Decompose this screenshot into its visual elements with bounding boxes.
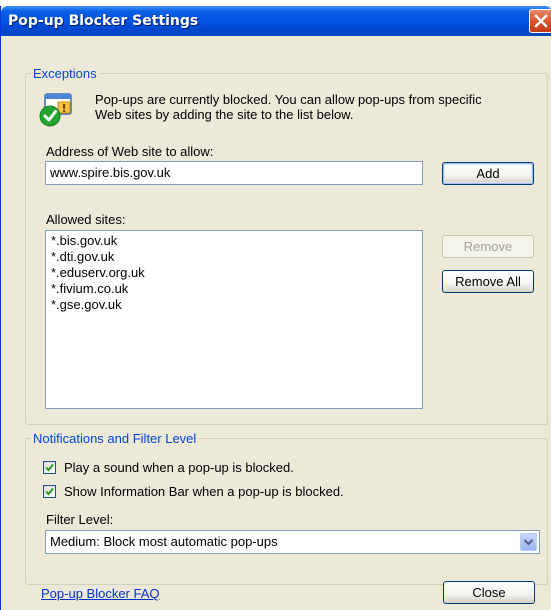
checkmark-icon	[45, 487, 54, 496]
list-item[interactable]: *.eduserv.org.uk	[51, 265, 145, 280]
popup-blocked-icon	[39, 93, 72, 127]
filter-level-value: Medium: Block most automatic pop-ups	[50, 534, 278, 549]
list-item[interactable]: *.bis.gov.uk	[51, 233, 117, 248]
address-label: Address of Web site to allow:	[46, 144, 214, 159]
notifications-group: Notifications and Filter Level Play a so…	[25, 431, 548, 585]
exceptions-group-label: Exceptions	[31, 66, 99, 81]
exceptions-info-line2: Web sites by adding the site to the list…	[95, 107, 354, 122]
popup-blocker-dialog: Pop-up Blocker Settings Exceptions Pop-u…	[0, 6, 551, 610]
list-item[interactable]: *.gse.gov.uk	[51, 297, 122, 312]
filter-level-select[interactable]: Medium: Block most automatic pop-ups	[45, 530, 540, 554]
exceptions-info-line1: Pop-ups are currently blocked. You can a…	[95, 92, 482, 107]
close-button[interactable]: Close	[443, 581, 535, 604]
play-sound-checkbox[interactable]	[43, 461, 56, 474]
address-input[interactable]: www.spire.bis.gov.uk	[45, 161, 423, 185]
remove-all-button[interactable]: Remove All	[442, 270, 534, 293]
exceptions-group: Exceptions Pop-ups are currently blocked…	[25, 66, 548, 425]
list-item[interactable]: *.dti.gov.uk	[51, 249, 114, 264]
faq-link[interactable]: Pop-up Blocker FAQ	[41, 586, 160, 601]
notifications-group-label: Notifications and Filter Level	[31, 431, 199, 446]
checkmark-icon	[45, 463, 54, 472]
play-sound-label: Play a sound when a pop-up is blocked.	[64, 460, 294, 475]
window-close-button[interactable]	[529, 9, 551, 33]
filter-level-label: Filter Level:	[46, 512, 114, 527]
chevron-down-icon	[523, 539, 534, 546]
remove-button[interactable]: Remove	[442, 235, 534, 258]
filter-level-dropdown-button[interactable]	[520, 533, 537, 551]
show-infobar-checkbox[interactable]	[43, 485, 56, 498]
title-bar[interactable]: Pop-up Blocker Settings	[1, 6, 551, 36]
add-button[interactable]: Add	[442, 162, 534, 185]
allowed-sites-list[interactable]: *.bis.gov.uk *.dti.gov.uk *.eduserv.org.…	[45, 230, 423, 409]
allowed-sites-label: Allowed sites:	[46, 212, 126, 227]
list-item[interactable]: *.fivium.co.uk	[51, 281, 128, 296]
close-icon	[534, 14, 548, 28]
show-infobar-label: Show Information Bar when a pop-up is bl…	[64, 484, 344, 499]
window-title: Pop-up Blocker Settings	[8, 13, 199, 29]
